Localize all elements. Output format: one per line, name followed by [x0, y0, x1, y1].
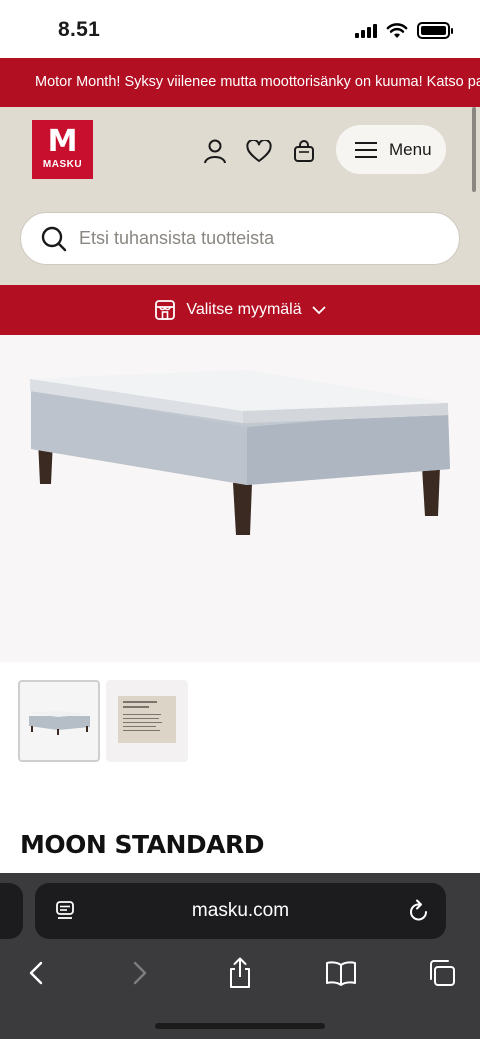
page-menu-icon[interactable] — [55, 900, 75, 922]
bookmarks-button[interactable] — [321, 953, 361, 993]
product-title: MOON STANDARD — [20, 830, 265, 859]
status-icons — [355, 22, 453, 39]
site-header: M MASKU Menu Etsi tuhansista tuotteista — [0, 107, 480, 285]
logo-word: MASKU — [42, 159, 83, 170]
tabs-icon — [430, 960, 455, 986]
page: 8.51 Motor Month! Syksy viilenee mutta m… — [0, 0, 480, 1039]
thumbnail-bed-photo[interactable] — [18, 680, 100, 762]
thumbnail-info-card[interactable] — [106, 680, 188, 762]
home-indicator[interactable] — [155, 1023, 325, 1029]
back-button[interactable] — [16, 953, 56, 993]
menu-button[interactable]: Menu — [336, 125, 446, 174]
store-selector[interactable]: Valitse myymälä — [0, 285, 480, 335]
bed-illustration — [30, 370, 450, 535]
wifi-icon — [386, 22, 408, 38]
hamburger-icon — [355, 141, 377, 158]
search-input[interactable]: Etsi tuhansista tuotteista — [20, 212, 460, 265]
share-icon — [230, 957, 250, 988]
logo-letter: M — [47, 124, 78, 159]
browser-toolbar: masku.com — [0, 873, 480, 1039]
thumbnail-strip — [0, 662, 480, 802]
promo-text: Motor Month! Syksy viilenee mutta mootto… — [35, 74, 480, 90]
product-image[interactable] — [0, 335, 480, 662]
masku-logo[interactable]: M MASKU — [32, 120, 93, 179]
tabs-button[interactable] — [422, 953, 462, 993]
battery-icon — [417, 22, 453, 39]
page-scrollbar[interactable] — [472, 107, 476, 192]
share-button[interactable] — [220, 953, 260, 993]
menu-label: Menu — [389, 139, 432, 159]
promo-banner[interactable]: Motor Month! Syksy viilenee mutta mootto… — [0, 58, 480, 107]
bed-thumbnail-image — [28, 711, 90, 735]
info-card-image — [118, 696, 176, 743]
forward-button[interactable] — [120, 953, 160, 993]
search-placeholder: Etsi tuhansista tuotteista — [79, 228, 275, 248]
status-time: 8.51 — [58, 18, 101, 41]
search-icon — [41, 226, 67, 251]
book-icon — [326, 961, 356, 986]
store-icon — [155, 300, 176, 320]
previous-tab-preview[interactable] — [0, 883, 23, 939]
address-bar[interactable]: masku.com — [35, 883, 446, 939]
chevron-right-icon — [133, 961, 147, 985]
account-icon[interactable] — [201, 137, 229, 165]
chevron-left-icon — [29, 961, 43, 985]
status-bar: 8.51 — [0, 0, 480, 58]
cart-bag-icon[interactable] — [290, 137, 318, 165]
chevron-down-icon — [312, 306, 326, 314]
reload-icon[interactable] — [408, 899, 430, 923]
url-text: masku.com — [191, 900, 290, 921]
heart-icon[interactable] — [245, 137, 273, 165]
cellular-signal-icon — [355, 23, 377, 38]
store-selector-label: Valitse myymälä — [186, 301, 302, 318]
